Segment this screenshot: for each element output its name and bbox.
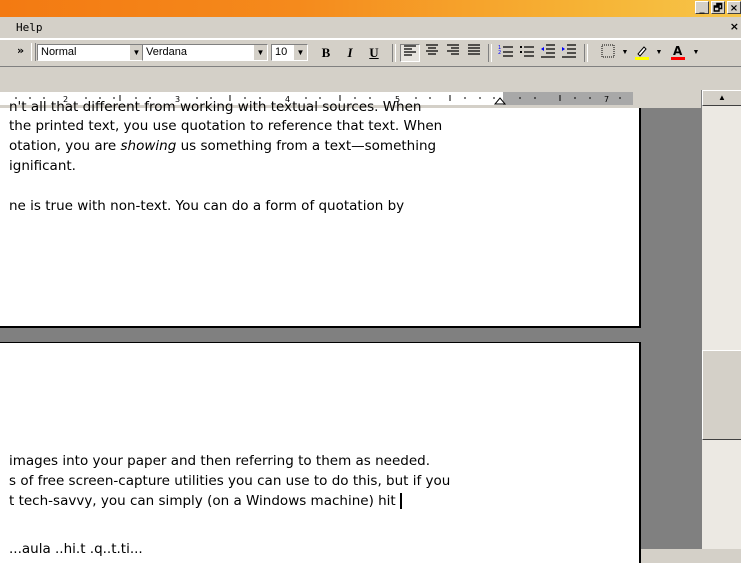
- close-button[interactable]: ×: [727, 1, 741, 14]
- align-center-icon[interactable]: [422, 44, 442, 62]
- document-area: n't all that different from working with…: [0, 99, 701, 563]
- document-line: otation, you are showing us something fr…: [9, 138, 437, 154]
- font-size-select[interactable]: 10 ▼: [271, 44, 308, 61]
- style-value: Normal: [41, 46, 77, 58]
- menu-bar: Help ×: [0, 17, 741, 39]
- toolbar-separator: [392, 44, 396, 62]
- document-close-button[interactable]: ×: [730, 20, 739, 33]
- decrease-indent-icon[interactable]: [538, 44, 558, 62]
- toolbar-grip[interactable]: [31, 43, 36, 61]
- justify-icon[interactable]: [464, 44, 484, 62]
- toolbar-separator: [488, 44, 492, 62]
- chevron-down-icon[interactable]: ▼: [293, 45, 307, 60]
- vertical-scrollbar[interactable]: ▲: [701, 90, 741, 549]
- restore-button[interactable]: 🗗: [711, 1, 725, 14]
- document-line: ignificant.: [9, 158, 76, 174]
- align-right-icon[interactable]: [443, 44, 463, 62]
- chevron-down-icon[interactable]: ▼: [129, 45, 143, 60]
- title-bar: _ 🗗 ×: [0, 0, 741, 17]
- menu-help[interactable]: Help: [16, 21, 43, 34]
- toolbar-separator: [584, 44, 588, 62]
- italic-button[interactable]: I: [340, 44, 360, 62]
- chevron-down-icon[interactable]: ▼: [253, 45, 267, 60]
- document-line: s of free screen-capture utilities you c…: [9, 473, 451, 489]
- scroll-up-button[interactable]: ▲: [702, 90, 741, 106]
- increase-indent-icon[interactable]: [559, 44, 579, 62]
- page[interactable]: n't all that different from working with…: [0, 99, 641, 328]
- font-color-icon[interactable]: A: [668, 44, 688, 62]
- chevron-down-icon[interactable]: ▼: [649, 44, 669, 62]
- chevron-down-icon[interactable]: ▼: [686, 44, 706, 62]
- scroll-thumb[interactable]: [702, 350, 741, 440]
- underline-button[interactable]: U: [364, 44, 384, 62]
- document-line: ...aula ..hi.t .q..t.ti...: [9, 541, 143, 557]
- formatting-toolbar: » Normal ▼ Verdana ▼ 10 ▼ B I U 12 ▼ ▼ A…: [0, 39, 741, 67]
- text-cursor: [399, 493, 402, 509]
- bold-button[interactable]: B: [316, 44, 336, 62]
- font-size-value: 10: [275, 46, 288, 58]
- minimize-button[interactable]: _: [695, 1, 709, 14]
- toolbar-overflow-icon[interactable]: »: [17, 44, 24, 57]
- svg-text:2: 2: [498, 50, 501, 56]
- svg-text:7: 7: [604, 95, 609, 104]
- svg-text:A: A: [673, 44, 683, 58]
- indent-marker-icon[interactable]: [493, 97, 507, 105]
- font-select[interactable]: Verdana ▼: [142, 44, 268, 61]
- font-value: Verdana: [146, 46, 187, 58]
- page[interactable]: images into your paper and then referrin…: [0, 342, 641, 563]
- numbered-list-icon[interactable]: 12: [496, 44, 516, 62]
- document-line: t tech-savvy, you can simply (on a Windo…: [9, 493, 402, 509]
- document-line: n't all that different from working with…: [9, 99, 422, 115]
- window-controls: _ 🗗 ×: [695, 1, 741, 14]
- style-select[interactable]: Normal ▼: [37, 44, 144, 61]
- document-line: images into your paper and then referrin…: [9, 453, 431, 469]
- document-line: ne is true with non-text. You can do a f…: [9, 198, 405, 214]
- bullet-list-icon[interactable]: [517, 44, 537, 62]
- align-left-icon[interactable]: [400, 44, 420, 62]
- document-line: the printed text, you use quotation to r…: [9, 118, 443, 134]
